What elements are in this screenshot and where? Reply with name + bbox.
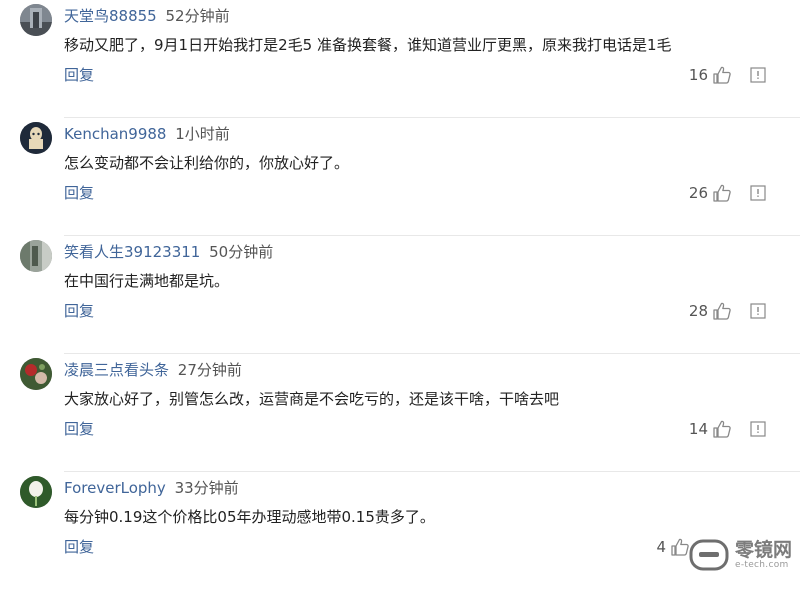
comment-actions: 16 (689, 64, 766, 86)
timestamp: 52分钟前 (165, 7, 230, 25)
reply-button[interactable]: 回复 (64, 182, 94, 204)
username-link[interactable]: Kenchan9988 (64, 125, 166, 143)
thumbs-up-icon[interactable] (712, 65, 732, 85)
report-icon[interactable] (750, 303, 766, 319)
username-link[interactable]: 笑看人生39123311 (64, 243, 200, 261)
comment-actions: 14 (689, 418, 766, 440)
comment-meta: 天堂鸟88855 52分钟前 (64, 6, 230, 26)
comment-list: 天堂鸟88855 52分钟前 移动又肥了，9月1日开始我打是2毛5 准备换套餐，… (0, 0, 800, 590)
like-count: 16 (688, 66, 708, 84)
report-icon[interactable] (750, 67, 766, 83)
watermark-text: 零镜网 e-tech.com (735, 540, 792, 571)
timestamp: 1小时前 (175, 125, 230, 143)
username-link[interactable]: 凌晨三点看头条 (64, 361, 169, 379)
comment-item: 笑看人生39123311 50分钟前 在中国行走满地都是坑。 回复 28 (0, 236, 800, 354)
timestamp: 27分钟前 (177, 361, 242, 379)
watermark-logo-icon (689, 539, 729, 571)
comment-actions: 26 (689, 182, 766, 204)
comment-item: 天堂鸟88855 52分钟前 移动又肥了，9月1日开始我打是2毛5 准备换套餐，… (0, 0, 800, 118)
comment-item: 凌晨三点看头条 27分钟前 大家放心好了，别管怎么改，运营商是不会吃亏的，还是该… (0, 354, 800, 472)
avatar[interactable] (20, 4, 52, 36)
avatar[interactable] (20, 240, 52, 272)
timestamp: 50分钟前 (209, 243, 274, 261)
thumbs-up-icon[interactable] (712, 301, 732, 321)
reply-button[interactable]: 回复 (64, 418, 94, 440)
thumbs-up-icon[interactable] (712, 183, 732, 203)
comment-text: 移动又肥了，9月1日开始我打是2毛5 准备换套餐，谁知道营业厅更黑，原来我打电话… (64, 36, 672, 54)
reply-button[interactable]: 回复 (64, 300, 94, 322)
avatar[interactable] (20, 122, 52, 154)
like-count: 14 (688, 420, 708, 438)
comment-text: 怎么变动都不会让利给你的，你放心好了。 (64, 154, 350, 172)
report-icon[interactable] (750, 185, 766, 201)
comment-actions: 4 (656, 536, 690, 558)
username-link[interactable]: ForeverLophy (64, 479, 166, 497)
username-link[interactable]: 天堂鸟88855 (64, 7, 157, 25)
comment-actions: 28 (689, 300, 766, 322)
watermark: 零镜网 e-tech.com (689, 538, 792, 572)
watermark-brand: 零镜网 (734, 538, 792, 561)
comment-text: 在中国行走满地都是坑。 (64, 272, 230, 290)
like-count: 28 (688, 302, 708, 320)
watermark-site: e-tech.com (734, 559, 789, 570)
thumbs-up-icon[interactable] (712, 419, 732, 439)
comment-meta: 笑看人生39123311 50分钟前 (64, 242, 273, 262)
timestamp: 33分钟前 (174, 479, 239, 497)
report-icon[interactable] (750, 421, 766, 437)
comment-meta: Kenchan9988 1小时前 (64, 124, 230, 144)
like-count: 4 (656, 538, 666, 556)
like-count: 26 (688, 184, 708, 202)
comment-meta: 凌晨三点看头条 27分钟前 (64, 360, 242, 380)
reply-button[interactable]: 回复 (64, 64, 94, 86)
comment-meta: ForeverLophy 33分钟前 (64, 478, 239, 498)
comment-item: ForeverLophy 33分钟前 每分钟0.19这个价格比05年办理动感地带… (0, 472, 800, 590)
reply-button[interactable]: 回复 (64, 536, 94, 558)
avatar[interactable] (20, 476, 52, 508)
thumbs-up-icon[interactable] (670, 537, 690, 557)
comment-text: 大家放心好了，别管怎么改，运营商是不会吃亏的，还是该干啥，干啥去吧 (64, 390, 560, 408)
comment-text: 每分钟0.19这个价格比05年办理动感地带0.15贵多了。 (64, 508, 435, 526)
comment-item: Kenchan9988 1小时前 怎么变动都不会让利给你的，你放心好了。 回复 … (0, 118, 800, 236)
avatar[interactable] (20, 358, 52, 390)
